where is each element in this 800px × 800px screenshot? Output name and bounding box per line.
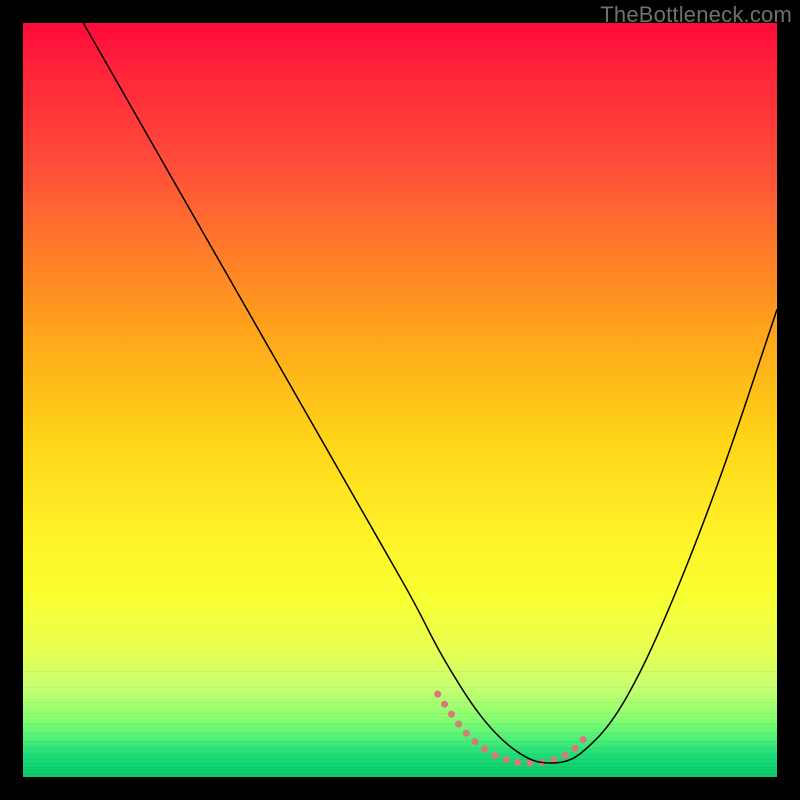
gradient-band-line (23, 759, 777, 760)
gradient-band-line (23, 770, 777, 771)
gradient-band-line (23, 767, 777, 768)
gradient-band-line (23, 724, 777, 725)
chart-frame: TheBottleneck.com (0, 0, 800, 800)
plot-area (23, 23, 777, 777)
gradient-band-line (23, 763, 777, 764)
gradient-band-line (23, 733, 777, 734)
watermark-text: TheBottleneck.com (600, 2, 792, 28)
gradient-band-line (23, 702, 777, 703)
background-gradient (23, 23, 777, 777)
gradient-band-line (23, 754, 777, 755)
gradient-band-line (23, 671, 777, 672)
gradient-band-line (23, 687, 777, 688)
gradient-band-line (23, 741, 777, 742)
gradient-band-line (23, 773, 777, 774)
gradient-band-line (23, 748, 777, 749)
gradient-band-line (23, 713, 777, 714)
